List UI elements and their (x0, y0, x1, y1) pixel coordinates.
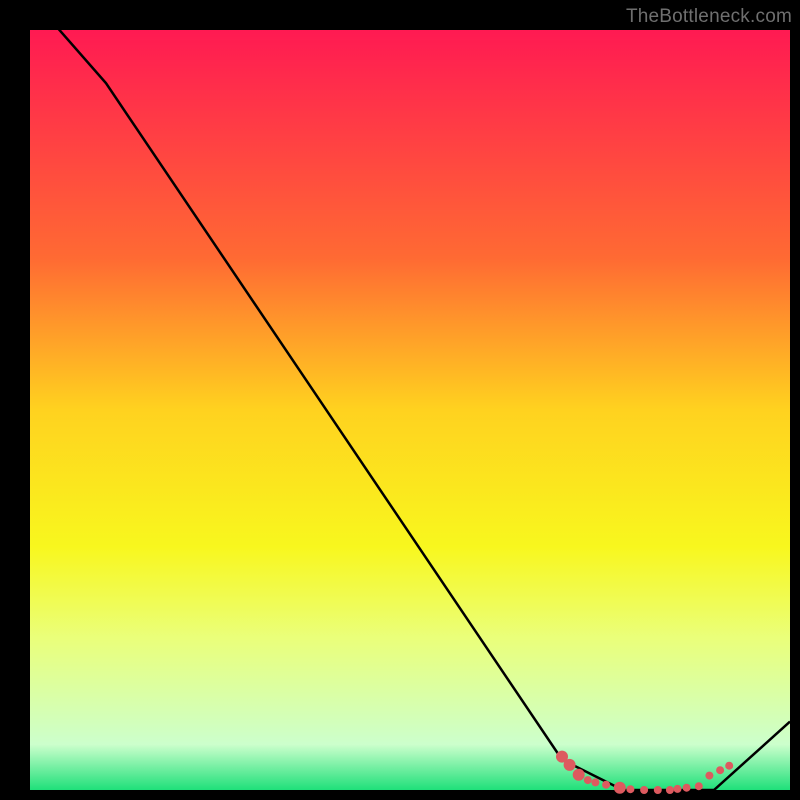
curve-marker (584, 776, 592, 784)
curve-marker (695, 782, 703, 790)
curve-marker (640, 786, 648, 794)
curve-marker (683, 784, 691, 792)
curve-marker (602, 781, 610, 789)
curve-marker (666, 786, 674, 794)
curve-marker (626, 785, 634, 793)
curve-marker (614, 782, 626, 794)
chart-container: TheBottleneck.com (0, 0, 800, 800)
watermark-text: TheBottleneck.com (626, 6, 792, 28)
curve-marker (573, 769, 585, 781)
curve-marker (725, 762, 733, 770)
curve-marker (674, 785, 682, 793)
curve-marker (705, 772, 713, 780)
bottleneck-chart (0, 0, 800, 800)
curve-marker (654, 786, 662, 794)
curve-marker (564, 759, 576, 771)
curve-marker (591, 778, 599, 786)
plot-background (30, 30, 790, 790)
curve-marker (716, 766, 724, 774)
